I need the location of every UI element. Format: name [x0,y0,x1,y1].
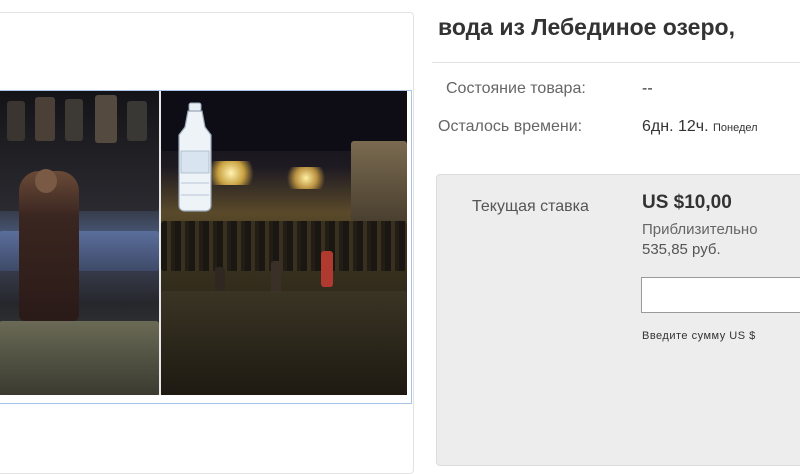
listing-title: вода из Лебединое озеро, [438,14,735,40]
approx-value: 535,85 руб. [642,241,721,258]
title-separator [432,62,800,63]
current-bid-label: Текущая ставка [472,198,589,215]
condition-label: Состояние товара: [446,80,586,97]
approx-converted-price: Приблизительно 535,85 руб. [642,220,758,260]
time-left-duration: 6дн. 12ч. [642,118,709,135]
photo-flooded-square [161,91,407,395]
bid-amount-input[interactable] [641,277,800,313]
main-listing-photo[interactable] [0,90,412,404]
current-bid-price: US $10,00 [642,192,732,213]
time-left-end-day: Понедел [713,122,758,134]
bid-panel [436,174,800,466]
water-bottle-icon [178,102,212,212]
photo-concert-stage [0,91,159,395]
approx-label: Приблизительно [642,221,758,238]
time-left-label: Осталось времени: [438,118,583,135]
condition-value: -- [642,80,653,97]
bid-amount-hint: Введите сумму US $ [642,330,756,342]
time-left-value: 6дн. 12ч. Понедел [642,118,758,136]
